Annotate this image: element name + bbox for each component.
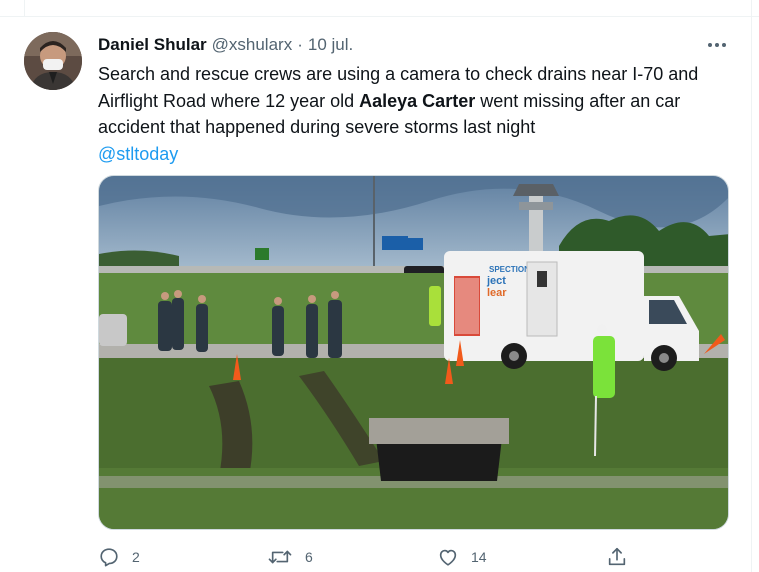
mention-link[interactable]: @stltoday <box>98 144 178 164</box>
tweet-date[interactable]: 10 jul. <box>308 35 353 55</box>
reply-count: 2 <box>132 549 140 565</box>
like-button[interactable]: 14 <box>437 540 487 572</box>
author-name[interactable]: Daniel Shular <box>98 35 207 55</box>
share-button[interactable] <box>606 540 628 572</box>
retweet-count: 6 <box>305 549 313 565</box>
share-icon <box>608 547 626 566</box>
reply-icon <box>100 548 118 567</box>
like-count: 14 <box>471 549 487 565</box>
author-handle[interactable]: @xshularx <box>212 35 293 55</box>
tweet-text: Search and rescue crews are using a came… <box>98 61 738 167</box>
tweet-divider <box>0 16 759 17</box>
reply-button[interactable]: 2 <box>98 540 140 572</box>
truck-sign-line1: SPECTION <box>489 265 530 274</box>
tweet-photo[interactable]: SPECTION ject lear <box>98 175 729 530</box>
heart-icon <box>439 549 457 566</box>
separator-dot: · <box>297 35 303 54</box>
more-options-icon[interactable] <box>700 34 734 56</box>
retweet-icon <box>268 550 292 564</box>
truck-sign-line2: ject <box>486 275 506 287</box>
tweet-text-bold-name: Aaleya Carter <box>359 90 476 111</box>
thread-rule-left <box>24 0 25 17</box>
tweet-header: Daniel Shular @xshularx · 10 jul. <box>98 34 728 56</box>
truck-sign-line3: lear <box>487 287 507 299</box>
avatar[interactable] <box>24 32 82 90</box>
previous-tweet-edge <box>0 0 759 17</box>
tweet-actions: 2 6 14 <box>0 540 759 572</box>
retweet-button[interactable]: 6 <box>267 540 313 572</box>
timeline-border <box>751 0 752 572</box>
